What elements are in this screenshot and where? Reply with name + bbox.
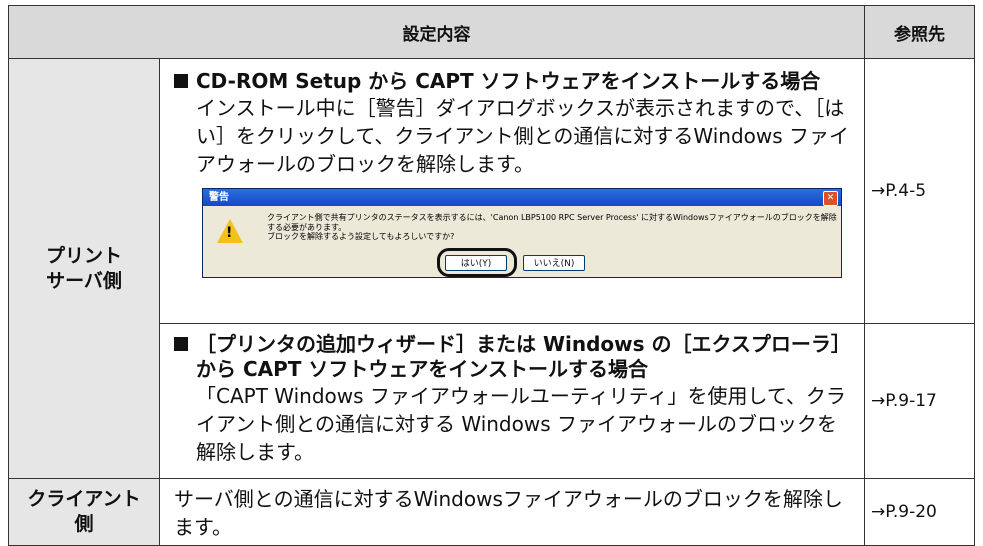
ref-header: 参照先 [864,5,975,59]
section1-content: CD-ROM Setup から CAPT ソフトウェアをインストールする場合 イ… [159,58,865,324]
content-header: 設定内容 [8,5,865,59]
page: 設定内容 参照先 プリント サーバ側 CD-ROM Setup から CAPT … [0,0,983,546]
section1-ref[interactable]: →P.4-5 [864,58,975,324]
section3-body: サーバ側との通信に対するWindowsファイアウォールのブロックを解除します。 [174,487,843,539]
table-row: プリント サーバ側 CD-ROM Setup から CAPT ソフトウェアをイン… [8,58,975,479]
server-side-label: プリント サーバ側 [8,58,160,479]
bullet-square-icon [174,337,188,351]
yes-button[interactable]: はい(Y) [445,255,507,271]
warning-dialog: 警告 ✕ ! クライアント側で共有プリンタのステータスを表示するには、'Cano… [202,188,842,278]
warning-icon-mark: ! [226,225,233,241]
settings-table: 設定内容 参照先 プリント サーバ側 CD-ROM Setup から CAPT … [8,5,975,546]
no-button[interactable]: いいえ(N) [523,255,585,271]
client-side-label: クライアント 側 [8,478,160,546]
section3-ref[interactable]: →P.9-20 [864,478,975,546]
dialog-title: 警告 [209,192,229,203]
dialog-titlebar: 警告 ✕ [203,189,841,206]
section3-content: サーバ側との通信に対するWindowsファイアウォールのブロックを解除します。 [159,478,865,546]
table-row: クライアント 側 サーバ側との通信に対するWindowsファイアウォールのブロッ… [8,478,975,546]
section1-heading: CD-ROM Setup から CAPT ソフトウェアをインストールする場合 [174,69,854,94]
section2-heading-text: ［プリンタの追加ウィザード］または Windows の［エクスプローラ］から C… [196,332,851,381]
dialog-message: クライアント側で共有プリンタのステータスを表示するには、'Canon LBP51… [267,213,837,241]
bullet-square-icon [174,74,188,88]
section2-ref[interactable]: →P.9-17 [864,323,975,479]
section2-content: ［プリンタの追加ウィザード］または Windows の［エクスプローラ］から C… [159,323,865,479]
section2-heading: ［プリンタの追加ウィザード］または Windows の［エクスプローラ］から C… [174,332,854,382]
section1-heading-text: CD-ROM Setup から CAPT ソフトウェアをインストールする場合 [196,69,821,93]
section1-body: インストール中に［警告］ダイアログボックスが表示されますので、［はい］をクリック… [196,96,850,176]
table-header-row: 設定内容 参照先 [8,5,975,59]
section2-body: 「CAPT Windows ファイアウォールユーティリティ」を使用して、クライア… [196,384,846,464]
close-icon[interactable]: ✕ [823,191,838,206]
